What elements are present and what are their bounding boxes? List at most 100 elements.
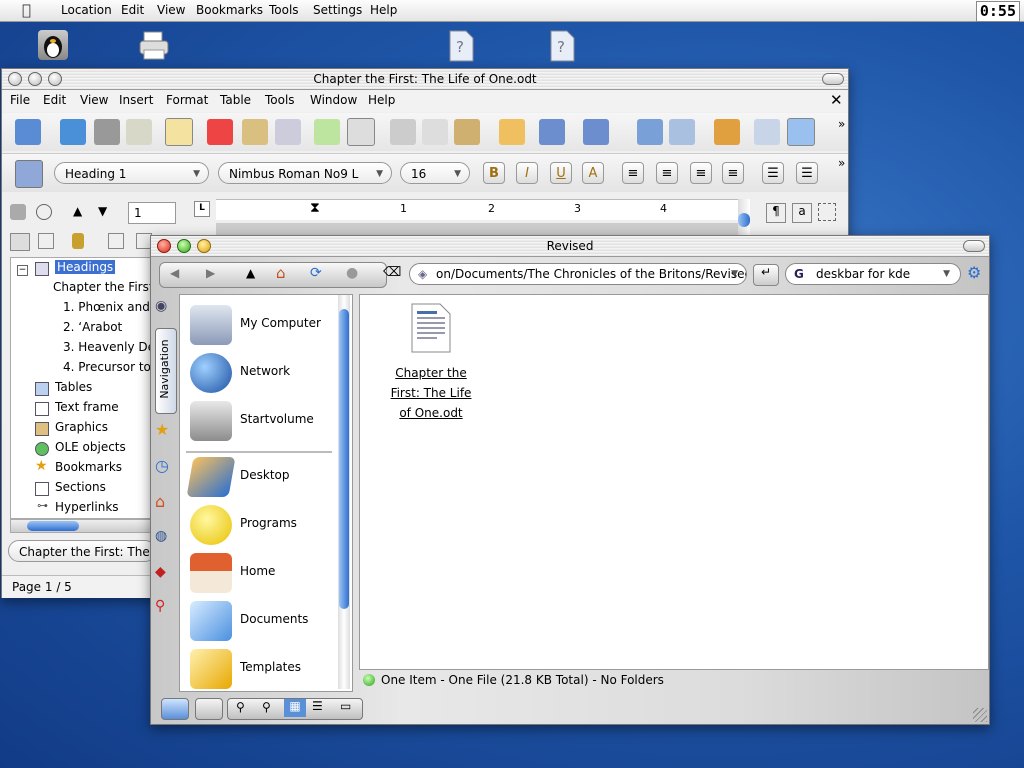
document-page-area[interactable] [216, 223, 744, 235]
split-view-button[interactable] [195, 698, 223, 720]
search-input[interactable]: G deskbar for kde ▼ [785, 263, 961, 285]
chevron-down-icon[interactable]: ▼ [731, 264, 738, 284]
pin-icon[interactable]: ⚲ [155, 598, 175, 622]
font-name-select[interactable]: Nimbus Roman No9 L ▼ [218, 162, 392, 184]
hyperlink-icon[interactable] [637, 119, 663, 145]
paragraph-style-select[interactable]: Heading 1 ▼ [54, 162, 209, 184]
tree-item-bookmarks[interactable]: Bookmarks [55, 460, 122, 474]
history-clock-icon[interactable]: ◷ [155, 456, 175, 480]
previous-icon[interactable]: ▲ [73, 204, 89, 220]
text-box-icon[interactable]: a [792, 203, 812, 223]
menu-file[interactable]: File [10, 93, 30, 107]
sidebar-item-my-computer[interactable]: My Computer [184, 301, 344, 347]
home-icon[interactable]: ⌂ [155, 492, 175, 516]
menu-tools[interactable]: Tools [269, 3, 299, 17]
more-chevron-icon[interactable]: » [838, 156, 845, 170]
bold-button[interactable]: B [483, 162, 505, 184]
drag-mode-icon[interactable] [72, 233, 84, 249]
align-right-button[interactable]: ≡ [690, 162, 712, 184]
tree-item-ole-objects[interactable]: OLE objects [55, 440, 126, 454]
tab-type-icon[interactable]: L [194, 201, 210, 217]
autospellcheck-icon[interactable] [347, 118, 375, 146]
stop-icon[interactable]: ● [346, 265, 358, 281]
cut-icon[interactable] [390, 119, 416, 145]
forward-icon[interactable]: ▶ [206, 266, 215, 280]
email-icon[interactable] [126, 119, 152, 145]
find-replace-icon[interactable] [754, 119, 780, 145]
toggle-icon[interactable] [10, 204, 26, 220]
printer-icon[interactable] [138, 30, 169, 60]
menu-bookmarks[interactable]: Bookmarks [196, 3, 263, 17]
file-item[interactable]: Chapter the First: The Life of One.odt [376, 303, 486, 420]
spellcheck-icon[interactable] [314, 119, 340, 145]
menu-help[interactable]: Help [370, 3, 397, 17]
page-number-input[interactable]: 1 [128, 202, 176, 224]
tree-item-heading[interactable]: 1. Phœnix and Fi [63, 300, 163, 314]
more-chevron-icon[interactable]: » [838, 117, 845, 131]
table-icon[interactable] [669, 119, 695, 145]
tree-item-hyperlinks[interactable]: Hyperlinks [55, 500, 119, 514]
sidebar-item-programs[interactable]: Programs [184, 501, 344, 547]
vertical-scrollbar[interactable] [738, 199, 750, 239]
bullets-button[interactable]: ☰ [796, 162, 818, 184]
sidebar-scrollbar[interactable] [338, 295, 350, 689]
indent-marker-icon[interactable]: ⧗ [310, 200, 320, 216]
toggle-sidebar-button[interactable] [161, 698, 189, 720]
collapse-icon[interactable]: − [17, 265, 28, 276]
zoom-out-icon[interactable]: ⚲ [262, 700, 271, 714]
paste-icon[interactable] [454, 119, 480, 145]
zoom-in-icon[interactable]: ⚲ [236, 700, 245, 714]
numbering-button[interactable]: ☰ [762, 162, 784, 184]
next-icon[interactable]: ▼ [98, 204, 114, 220]
terminal-icon[interactable]: ▭ [340, 699, 351, 713]
menu-edit[interactable]: Edit [121, 3, 144, 17]
header-icon[interactable] [108, 233, 124, 249]
icon-view-icon[interactable]: ▦ [284, 699, 306, 717]
menu-format[interactable]: Format [166, 93, 208, 107]
toolbar-toggle-button[interactable] [963, 240, 985, 252]
close-document-icon[interactable]: ✕ [830, 91, 843, 109]
menu-table[interactable]: Table [220, 93, 251, 107]
apple-menu-icon[interactable]:  [22, 2, 38, 18]
export-pdf-icon[interactable] [207, 119, 233, 145]
sidebar-item-home[interactable]: Home [184, 549, 344, 595]
chevron-down-icon[interactable]: ▼ [943, 264, 950, 284]
frame-icon[interactable] [818, 203, 836, 221]
redo-icon[interactable] [583, 119, 609, 145]
sidebar-item-templates[interactable]: Templates [184, 645, 344, 691]
new-document-icon[interactable] [15, 119, 41, 145]
sidebar-item-startvolume[interactable]: Startvolume [184, 397, 344, 443]
page-preview-icon[interactable] [275, 119, 301, 145]
menu-insert[interactable]: Insert [119, 93, 153, 107]
menu-window[interactable]: Window [310, 93, 357, 107]
tree-item-headings[interactable]: Headings [55, 260, 116, 274]
clear-location-icon[interactable]: ⌫ [383, 265, 401, 280]
tree-item-tables[interactable]: Tables [55, 380, 92, 394]
content-view-icon[interactable] [10, 233, 30, 251]
menu-view[interactable]: View [157, 3, 185, 17]
tree-item-sections[interactable]: Sections [55, 480, 106, 494]
formatting-marks-icon[interactable]: ¶ [766, 203, 786, 223]
tree-item-heading[interactable]: 2. ‘Arabot [63, 320, 122, 334]
align-left-button[interactable]: ≡ [622, 162, 644, 184]
styles-formatting-icon[interactable] [15, 160, 43, 188]
writer-titlebar[interactable]: Chapter the First: The Life of One.odt [2, 69, 848, 90]
reload-icon[interactable]: ⟳ [310, 265, 322, 281]
menu-help[interactable]: Help [368, 93, 395, 107]
open-folder-icon[interactable] [60, 119, 86, 145]
italic-button[interactable]: I [516, 162, 538, 184]
edit-mode-icon[interactable] [165, 118, 193, 146]
menu-edit[interactable]: Edit [43, 93, 66, 107]
resize-grip[interactable] [973, 708, 987, 722]
tree-item-text-frame[interactable]: Text frame [55, 400, 119, 414]
network-icon[interactable]: ◍ [155, 528, 175, 552]
sidebar-item-desktop[interactable]: Desktop [184, 453, 344, 499]
home-icon[interactable]: ⌂ [276, 264, 286, 282]
navigator-icon[interactable] [787, 118, 815, 146]
list-view-icon[interactable]: ☰ [312, 699, 323, 713]
document-select[interactable]: Chapter the First: The Lif [8, 540, 156, 562]
tab-navigation[interactable]: Navigation [155, 328, 177, 414]
unknown-file-icon[interactable]: ? [447, 30, 477, 62]
star-icon[interactable]: ★ [155, 420, 175, 444]
unknown-file-icon[interactable]: ? [548, 30, 578, 62]
